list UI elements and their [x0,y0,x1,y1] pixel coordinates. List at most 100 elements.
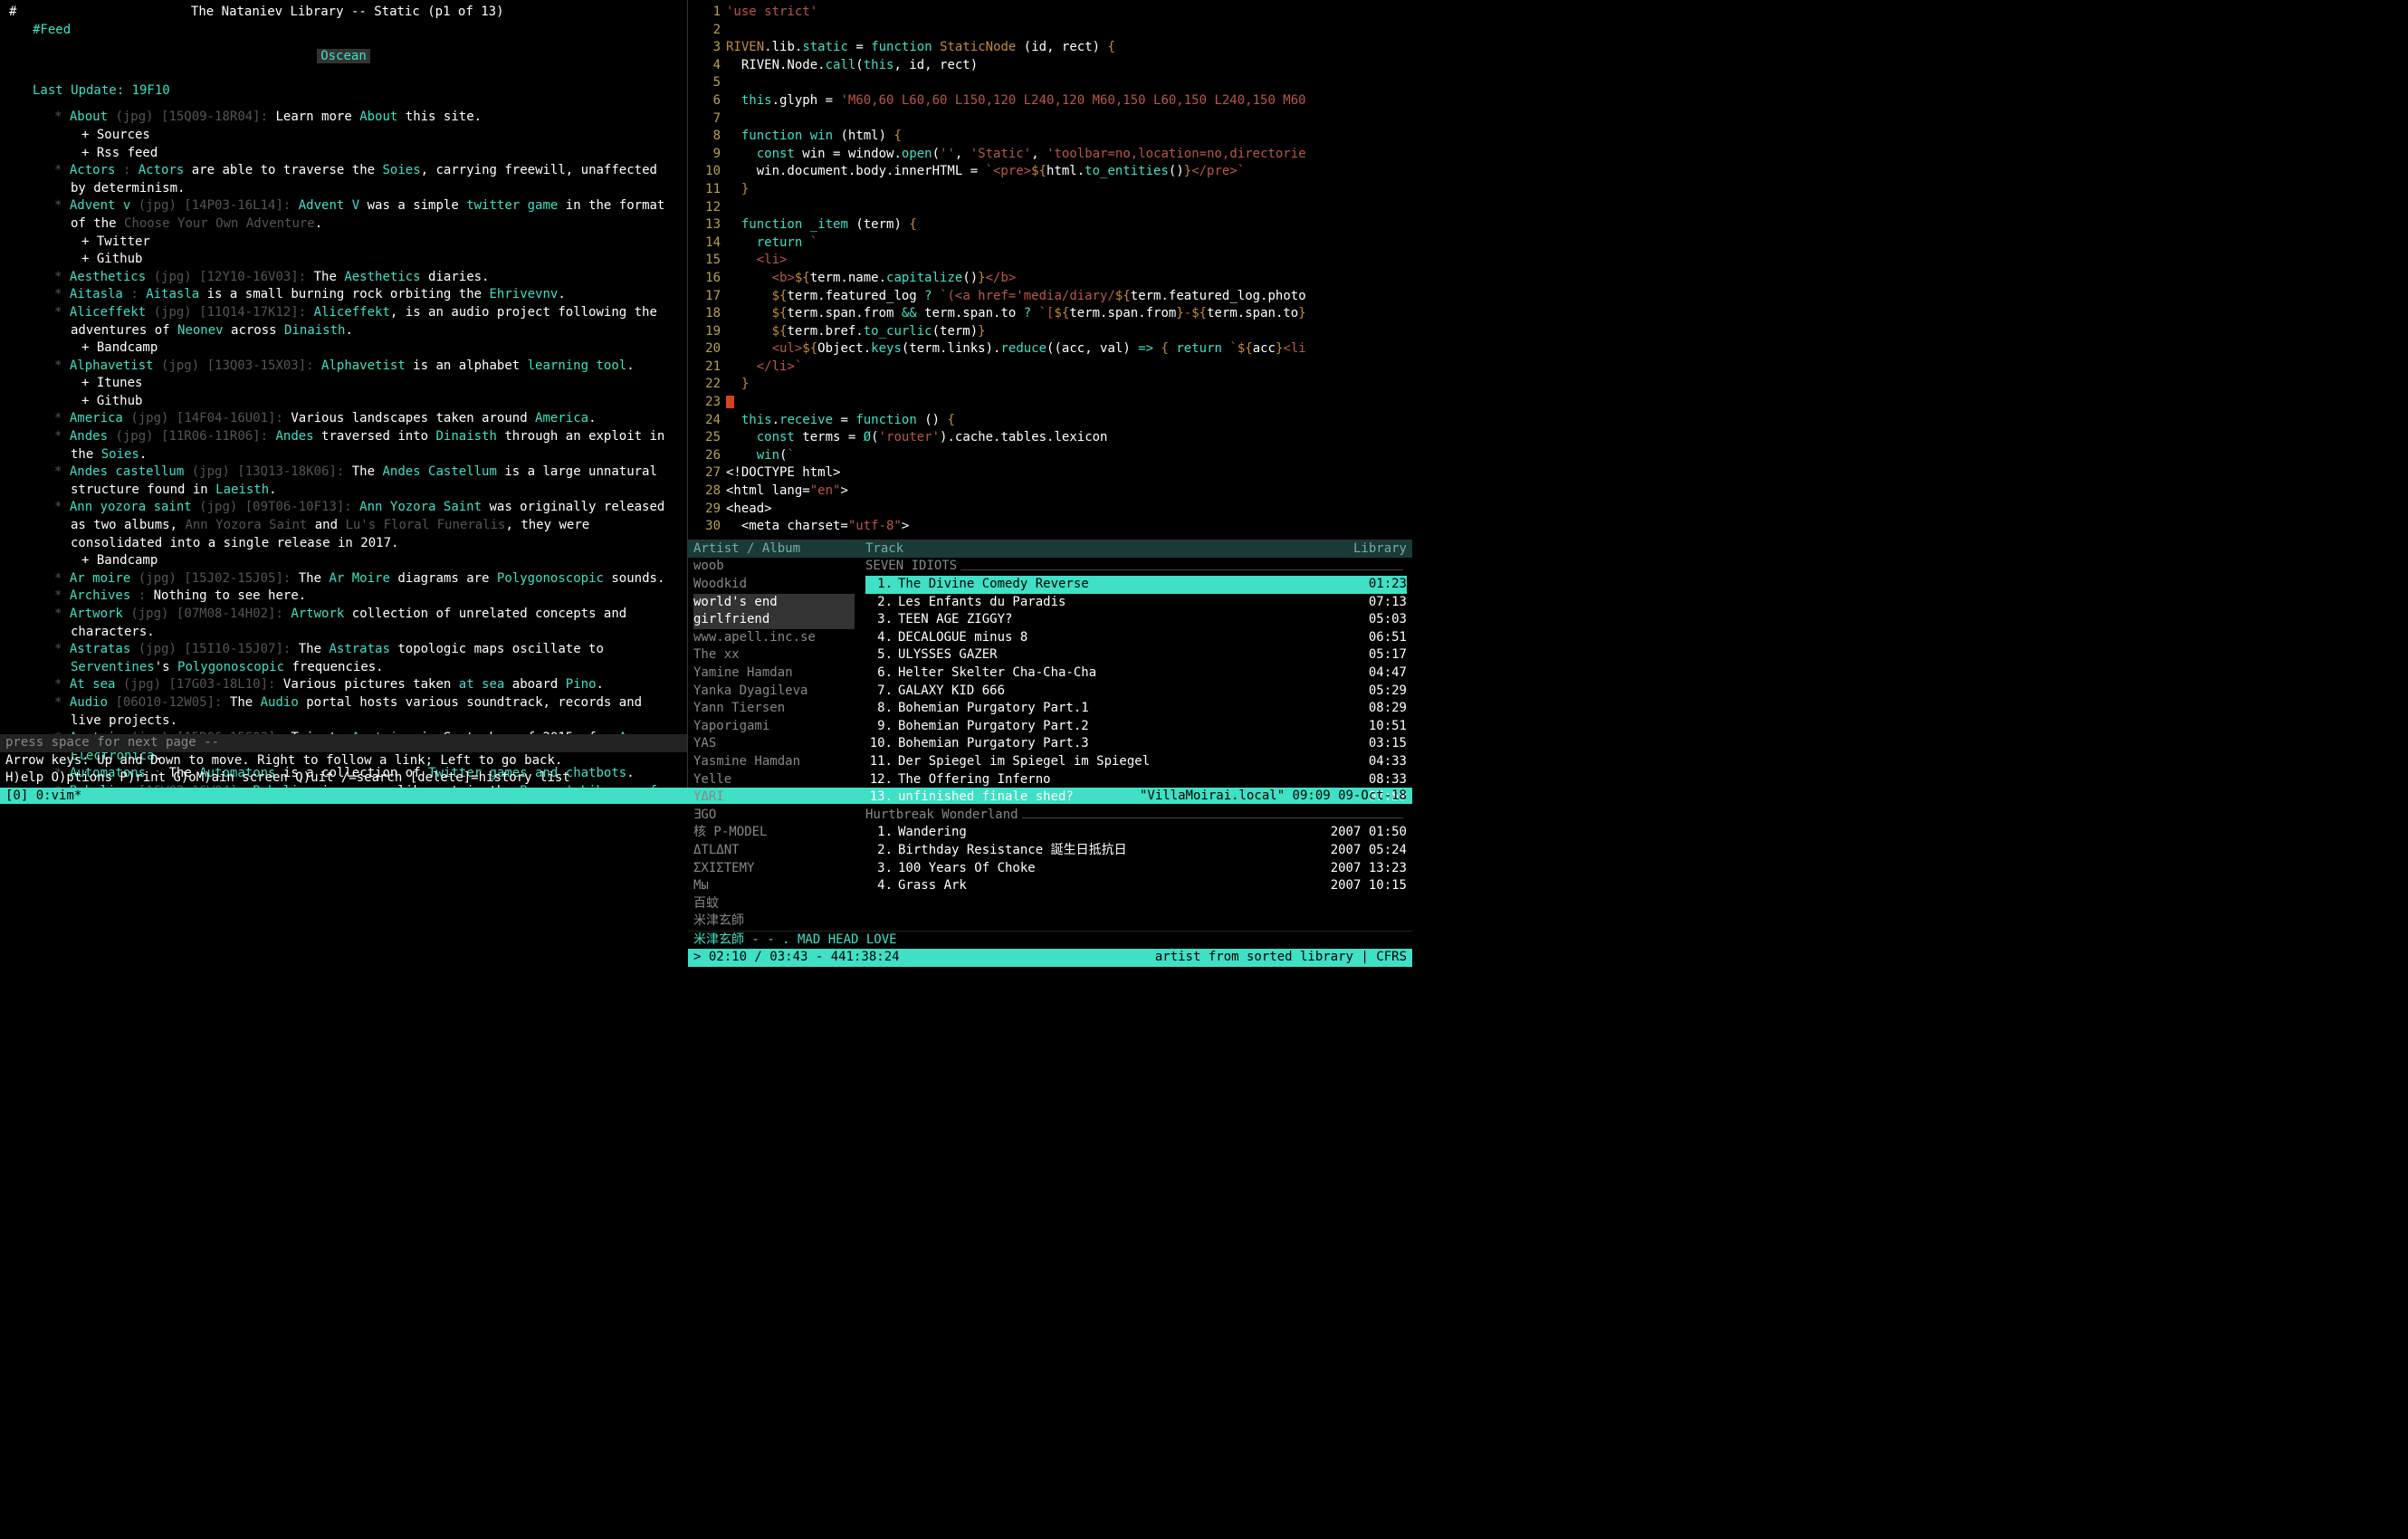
code-line: 11 } [695,181,1405,199]
track-row[interactable]: 3.100 Years Of Choke2007 13:23 [865,860,1407,878]
entry-sublink[interactable]: + Bandcamp [81,339,678,358]
entry-link[interactable]: Artwork [70,607,123,621]
artist-item[interactable]: YΔRI [693,789,855,807]
artist-item[interactable]: 米津玄師 [693,913,855,931]
list-item: * Audio [06O10-12W05]: The Audio portal … [71,694,678,730]
code-line: 12 [695,199,1405,217]
entry-link[interactable]: America [70,411,123,425]
code-line: 21 </li>` [695,358,1405,377]
artist-item[interactable]: Yanka Dyagileva [693,683,855,701]
code-line: 30 <meta charset="utf-8"> [695,518,1405,536]
now-playing: 米津玄師 - - . MAD HEAD LOVE [688,931,1412,950]
code-line: 8 function win (html) { [695,128,1405,146]
code-editor[interactable]: 1'use strict'23RIVEN.lib.static = functi… [688,0,1412,540]
list-item: * Ann yozora saint (jpg) [09T06-10F13]: … [71,499,678,552]
entry-link[interactable]: Actors [70,163,116,177]
list-item: * America (jpg) [14F04-16U01]: Various l… [71,410,678,428]
artist-item[interactable]: 百蚊 [693,895,855,913]
artist-item[interactable]: ƎGO [693,807,855,825]
list-item: * Alphavetist (jpg) [13Q03-15X03]: Alpha… [71,358,678,376]
track-row[interactable]: 6.Helter Skelter Cha-Cha-Cha04:47 [865,664,1407,683]
artist-item[interactable]: Yann Tiersen [693,700,855,718]
entry-sublink[interactable]: + Github [81,393,678,411]
lynx-pane: # The Nataniev Library -- Static (p1 of … [0,0,688,788]
artist-item[interactable]: YAS [693,735,855,753]
artist-item[interactable]: Yasmine Hamdan [693,753,855,771]
code-line: 3RIVEN.lib.static = function StaticNode … [695,39,1405,57]
artist-item[interactable]: The xx [693,646,855,664]
oscean-link[interactable]: Oscean [317,49,370,63]
entry-sublink[interactable]: + Twitter [81,234,678,252]
artist-item[interactable]: ΣXIΣTEMY [693,860,855,878]
code-line: 10 win.document.body.innerHTML = `<pre>$… [695,163,1405,181]
code-line: 9 const win = window.open('', 'Static', … [695,146,1405,164]
code-line: 25 const terms = Ø('router').cache.table… [695,429,1405,447]
track-row[interactable]: 4.DECALOGUE minus 806:51 [865,629,1407,647]
track-row[interactable]: 5.ULYSSES GAZER05:17 [865,646,1407,664]
code-line: 13 function _item (term) { [695,216,1405,234]
hashtag-link[interactable]: #Feed [0,22,687,40]
artist-item[interactable]: Yaporigami [693,718,855,736]
entry-link[interactable]: Advent v [70,198,130,213]
entry-link[interactable]: Archives [70,588,130,603]
entry-link[interactable]: Aesthetics [70,270,146,284]
artist-item[interactable]: world's end girlfriend [693,594,855,629]
track-row[interactable]: 9.Bohemian Purgatory Part.210:51 [865,718,1407,736]
track-row[interactable]: 3.TEEN AGE ZIGGY?05:03 [865,611,1407,629]
list-item: * Advent v (jpg) [14P03-16L14]: Advent V… [71,197,678,233]
entry-link[interactable]: At sea [70,677,116,692]
track-row[interactable]: 10.Bohemian Purgatory Part.303:15 [865,735,1407,753]
track-row[interactable]: 2.Les Enfants du Paradis07:13 [865,594,1407,612]
track-row[interactable]: 1.Wandering2007 01:50 [865,824,1407,842]
code-line: 5 [695,74,1405,92]
track-row[interactable]: 2.Birthday Resistance 誕生日抵抗日2007 05:24 [865,842,1407,860]
track-row[interactable]: 11.Der Spiegel im Spiegel im Spiegel04:3… [865,753,1407,771]
list-item: * About (jpg) [15Q09-18R04]: Learn more … [71,109,678,127]
code-line: 17 ${term.featured_log ? `(<a href='medi… [695,288,1405,306]
entry-sublink[interactable]: + Github [81,251,678,269]
track-row[interactable]: 7.GALAXY KID 66605:29 [865,683,1407,701]
code-line: 7 [695,110,1405,129]
entry-link[interactable]: Aliceffekt [70,305,146,320]
artist-item[interactable]: Мы [693,877,855,895]
music-header-library: Library [1353,540,1407,559]
code-line: 22 } [695,376,1405,394]
track-list[interactable]: SEVEN IDIOTS1.The Divine Comedy Reverse0… [860,558,1412,930]
entry-link[interactable]: Alphavetist [70,358,154,373]
music-header-track: Track [865,540,1353,559]
entry-sublink[interactable]: + Sources [81,127,678,145]
track-row[interactable]: 4.Grass Ark2007 10:15 [865,877,1407,895]
entry-link[interactable]: Andes [70,429,108,444]
track-row[interactable]: 8.Bohemian Purgatory Part.108:29 [865,700,1407,718]
list-item: * Artwork (jpg) [07M08-14H02]: Artwork c… [71,606,678,641]
artist-item[interactable]: 核 P-MODEL [693,824,855,842]
entry-sublink[interactable]: + Itunes [81,375,678,393]
entry-sublink[interactable]: + Rss feed [81,145,678,163]
entry-link[interactable]: Audio [70,695,108,710]
entry-link[interactable]: Ar moire [70,571,130,586]
artist-item[interactable]: woob [693,558,855,576]
status-left: [0] 0:vim* [5,788,81,804]
list-item: * At sea (jpg) [17G03-18L10]: Various pi… [71,676,678,694]
artist-item[interactable]: ΔTLΔNT [693,842,855,860]
code-line: 28<html lang="en"> [695,483,1405,501]
page-title: The Nataniev Library -- Static (p1 of 13… [16,4,678,22]
pager-message: press space for next page -- [0,734,687,752]
artist-item[interactable]: www.apell.inc.se [693,629,855,647]
entry-sublink[interactable]: + Bandcamp [81,552,678,570]
artist-item[interactable]: Yamine Hamdan [693,664,855,683]
track-row[interactable]: 12.The Offering Inferno08:33 [865,771,1407,789]
track-row[interactable]: 1.The Divine Comedy Reverse01:23 [865,576,1407,594]
entry-link[interactable]: Andes castellum [70,464,184,479]
entry-link[interactable]: About [70,110,108,124]
entry-link[interactable]: Aitasla [70,287,123,301]
hash-prompt: # [9,4,16,22]
artist-list[interactable]: woobWoodkidworld's end girlfriendwww.ape… [688,558,860,930]
code-line: 15 <li> [695,252,1405,270]
entry-link[interactable]: Ann yozora saint [70,500,192,514]
list-item: * Archives : Nothing to see here. [71,588,678,606]
artist-item[interactable]: Yelle [693,771,855,789]
music-header-artist: Artist / Album [693,540,865,559]
entry-link[interactable]: Astratas [70,642,130,656]
artist-item[interactable]: Woodkid [693,576,855,594]
